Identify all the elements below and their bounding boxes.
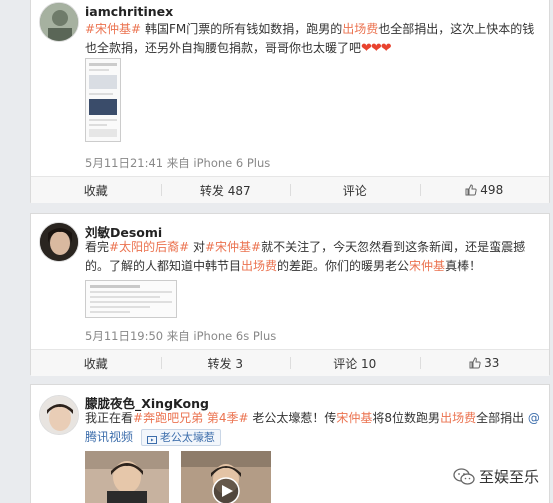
post-image-thumbnail[interactable] (85, 280, 177, 318)
post-text: #宋仲基# 韩国FM门票的所有钱如数捐，跑男的出场费也全部捐出，这次上快本的钱也… (85, 22, 535, 56)
video-thumbnail[interactable] (181, 451, 271, 503)
watermark: 至娱至乐 (452, 466, 539, 487)
action-bar: 收藏 转发 3 评论 10 33 (31, 349, 549, 376)
avatar[interactable] (39, 222, 79, 262)
thumbs-up-icon (465, 184, 477, 196)
post-timestamp[interactable]: 5月11日19:50 来自 iPhone 6s Plus (85, 328, 276, 344)
play-icon[interactable] (213, 478, 239, 503)
video-thumbnail[interactable] (85, 451, 169, 503)
repost-button[interactable]: 转发 487 (160, 177, 291, 203)
avatar[interactable] (39, 2, 79, 42)
weibo-post-2: 刘敏Desomi 看完#太阳的后裔# 对#宋仲基#就不关注了，今天忽然看到这条新… (30, 213, 550, 376)
like-button[interactable]: 498 (419, 177, 550, 203)
post-image-thumbnail[interactable] (85, 58, 121, 142)
repost-button[interactable]: 转发 3 (160, 350, 291, 376)
author-name[interactable]: iamchritinex (85, 4, 173, 19)
collect-button[interactable]: 收藏 (31, 177, 161, 203)
collect-button[interactable]: 收藏 (31, 350, 161, 376)
avatar[interactable] (39, 395, 79, 435)
comment-button[interactable]: 评论 (290, 177, 420, 203)
post-timestamp[interactable]: 5月11日21:41 来自 iPhone 6 Plus (85, 155, 270, 171)
comment-button[interactable]: 评论 10 (290, 350, 420, 376)
video-chip[interactable]: 老公太壕惹 (140, 429, 221, 446)
post-text: 看完#太阳的后裔# 对#宋仲基#就不关注了，今天忽然看到这条新闻，还是蛮震撼的。… (85, 240, 526, 273)
post-text: 我正在看#奔跑吧兄弟 第4季# 老公太壕惹！传宋仲基将8位数跑男出场费全部捐出 … (85, 411, 540, 446)
watermark-text: 至娱至乐 (478, 468, 539, 486)
video-icon (146, 433, 157, 444)
like-button[interactable]: 33 (419, 350, 550, 376)
heart-emoji: ❤❤❤ (361, 41, 392, 56)
action-bar: 收藏 转发 487 评论 498 (31, 176, 549, 203)
weibo-post-1: iamchritinex #宋仲基# 韩国FM门票的所有钱如数捐，跑男的出场费也… (30, 0, 550, 203)
wechat-icon (453, 467, 475, 486)
thumbs-up-icon (469, 357, 481, 369)
